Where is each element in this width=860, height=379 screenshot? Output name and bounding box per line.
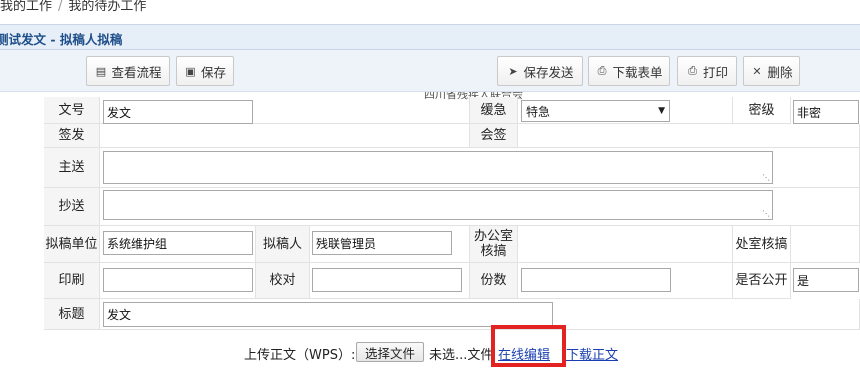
copy-send-textarea[interactable]: [103, 190, 773, 220]
label-drafter: 拟稿人: [256, 226, 310, 263]
breadcrumb-my-todo[interactable]: 我的待办工作: [68, 0, 146, 14]
cell-office-review: [518, 226, 733, 263]
breadcrumb: 我的工作 / 我的待办工作: [0, 0, 146, 18]
highlight-box: [491, 325, 566, 367]
label-draft-unit: 拟稿单位: [44, 226, 100, 263]
print-label: 打印: [702, 64, 728, 80]
label-secret-level: 密级: [733, 97, 791, 124]
download-text-link[interactable]: 下载正文: [566, 344, 618, 363]
chart-icon: ▤: [95, 64, 107, 78]
save-send-button[interactable]: ➤ 保存发送: [497, 56, 583, 86]
close-icon: ✕: [752, 64, 762, 78]
copies-field[interactable]: [521, 268, 671, 292]
secret-level-field[interactable]: 非密: [793, 100, 859, 124]
proofread-field[interactable]: [312, 268, 462, 292]
toolbar: ▤ 查看流程 ▣ 保存 ➤ 保存发送 ⎙ 下载表单 ⎙ 打印 ✕ 删除: [0, 50, 860, 92]
download-form-label: 下载表单: [612, 64, 663, 80]
view-flow-button[interactable]: ▤ 查看流程: [86, 56, 170, 86]
main-send-textarea[interactable]: [103, 151, 773, 184]
chevron-down-icon: ▼: [658, 106, 665, 116]
delete-label: 删除: [767, 64, 793, 80]
page-title: 测试发文 - 拟稿人拟稿: [0, 32, 123, 47]
label-printing: 印刷: [44, 263, 100, 299]
delete-button[interactable]: ✕ 删除: [743, 56, 800, 86]
cell-sign: [100, 124, 470, 148]
label-main-send: 主送: [44, 148, 100, 188]
breadcrumb-separator: /: [58, 0, 63, 14]
print-button[interactable]: ⎙ 打印: [677, 56, 737, 86]
label-proofread: 校对: [256, 263, 310, 299]
floppy-icon: ▣: [185, 64, 196, 78]
label-countersign: 会签: [470, 124, 518, 148]
download-form-button[interactable]: ⎙ 下载表单: [588, 56, 670, 86]
drafter-field[interactable]: 残联管理员: [312, 231, 452, 255]
save-send-label: 保存发送: [523, 64, 574, 80]
send-icon: ➤: [508, 64, 518, 78]
doc-no-field[interactable]: 发文: [103, 100, 253, 124]
subject-field[interactable]: 发文: [103, 302, 553, 327]
view-flow-label: 查看流程: [111, 64, 162, 80]
breadcrumb-my-work[interactable]: 我的工作: [0, 0, 52, 14]
upload-label: 上传正文（WPS）:: [244, 348, 356, 363]
label-copy-send: 抄送: [44, 188, 100, 226]
save-button[interactable]: ▣ 保存: [176, 56, 234, 86]
label-sign: 签发: [44, 124, 100, 148]
choose-file-button[interactable]: 选择文件: [356, 342, 424, 362]
urgency-select[interactable]: 特急 ▼: [521, 100, 670, 122]
label-subject: 标题: [44, 299, 100, 330]
cell-countersign: [518, 124, 860, 148]
label-dept-review: 处室核搞: [733, 226, 791, 263]
is-public-field[interactable]: 是: [793, 268, 859, 292]
printer-icon: ⎙: [597, 64, 607, 77]
document-form: 四川省残疾人联合会 文号 发文 缓急 特急 ▼ 密级 非密 签发 会签 主送 ⋱…: [44, 92, 860, 330]
urgency-value: 特急: [526, 104, 551, 119]
cell-dept-review: [791, 226, 860, 263]
no-file-text: 未选...文件: [429, 348, 494, 363]
label-copies: 份数: [470, 263, 518, 299]
page-title-bar: 测试发文 - 拟稿人拟稿: [0, 24, 860, 50]
label-urgency: 缓急: [470, 97, 518, 124]
label-doc-no: 文号: [44, 97, 100, 124]
label-is-public: 是否公开: [733, 263, 791, 299]
printing-field[interactable]: [103, 268, 253, 292]
upload-row: 上传正文（WPS）: 选择文件 未选...文件 在线编辑 下载正文: [0, 342, 860, 363]
label-office-review: 办公室核搞: [470, 226, 518, 263]
draft-unit-field[interactable]: 系统维护组: [103, 231, 253, 255]
save-label: 保存: [200, 64, 226, 80]
printer-icon: ⎙: [688, 64, 697, 77]
